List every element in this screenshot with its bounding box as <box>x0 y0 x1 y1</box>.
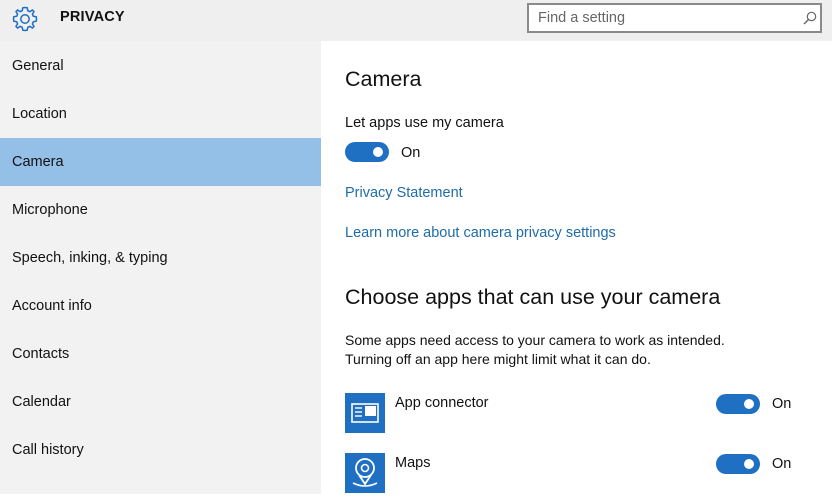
app-connector-state: On <box>772 396 792 412</box>
sidebar-item-call-history[interactable]: Call history <box>0 426 321 474</box>
sidebar-item-contacts[interactable]: Contacts <box>0 330 321 378</box>
toggle-knob <box>744 459 754 469</box>
page-title: PRIVACY <box>60 9 125 25</box>
sidebar-item-account-info[interactable]: Account info <box>0 282 321 330</box>
section-title: Camera <box>345 67 422 91</box>
sidebar: General Location Camera Microphone Speec… <box>0 41 321 494</box>
sidebar-item-label: Account info <box>12 298 92 314</box>
app-name-maps: Maps <box>395 455 431 471</box>
gear-icon <box>12 6 38 32</box>
description-line-1: Some apps need access to your camera to … <box>345 332 725 348</box>
app-connector-toggle[interactable] <box>716 394 760 414</box>
app-connector-glyph <box>351 403 379 423</box>
learn-more-link[interactable]: Learn more about camera privacy settings <box>345 225 616 241</box>
sidebar-item-microphone[interactable]: Microphone <box>0 186 321 234</box>
camera-access-toggle[interactable] <box>345 142 389 162</box>
app-name-app-connector: App connector <box>395 395 489 411</box>
sidebar-item-label: Camera <box>12 154 64 170</box>
sidebar-item-calendar[interactable]: Calendar <box>0 378 321 426</box>
privacy-statement-link[interactable]: Privacy Statement <box>345 185 463 201</box>
sidebar-item-camera[interactable]: Camera <box>0 138 321 186</box>
sidebar-item-label: Calendar <box>12 394 71 410</box>
sidebar-item-label: Contacts <box>12 346 70 362</box>
sidebar-item-location[interactable]: Location <box>0 90 321 138</box>
main-content: Camera Let apps use my camera On Privacy… <box>345 0 832 494</box>
camera-access-state: On <box>401 145 421 161</box>
app-connector-icon <box>345 393 385 433</box>
sidebar-item-label: Speech, inking, & typing <box>12 250 168 266</box>
maps-toggle[interactable] <box>716 454 760 474</box>
sidebar-item-label: General <box>12 58 64 74</box>
maps-glyph <box>352 458 378 487</box>
sidebar-item-general[interactable]: General <box>0 42 321 90</box>
choose-apps-heading: Choose apps that can use your camera <box>345 285 721 309</box>
maps-icon <box>345 453 385 493</box>
sidebar-item-speech[interactable]: Speech, inking, & typing <box>0 234 321 282</box>
toggle-knob <box>373 147 383 157</box>
sidebar-item-label: Location <box>12 106 67 122</box>
sidebar-item-label: Microphone <box>12 202 88 218</box>
let-apps-label: Let apps use my camera <box>345 115 504 131</box>
toggle-knob <box>744 399 754 409</box>
maps-state: On <box>772 456 792 472</box>
description-line-2: Turning off an app here might limit what… <box>345 351 651 367</box>
sidebar-item-label: Call history <box>12 442 84 458</box>
